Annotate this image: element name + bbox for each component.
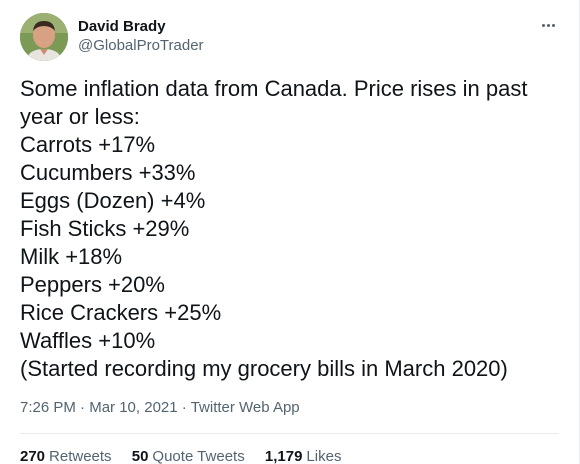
more-dot	[541, 23, 545, 27]
quote-tweets-stat[interactable]: 50 Quote Tweets	[132, 447, 245, 464]
tweet-source[interactable]: Twitter Web App	[191, 399, 300, 416]
tweet-stats: 270 Retweets 50 Quote Tweets 1,179 Likes	[20, 447, 357, 464]
quote-tweets-count: 50	[131, 448, 149, 464]
avatar[interactable]	[20, 13, 68, 61]
likes-label: Likes	[306, 448, 342, 464]
author-display-name[interactable]: David Brady	[78, 17, 204, 36]
more-dot	[551, 23, 555, 27]
tweet-time[interactable]: 7:26 PM	[20, 399, 76, 416]
tweet-meta: 7:26 PM · Mar 10, 2021 · Twitter Web App	[20, 398, 300, 418]
tweet-header: David Brady @GlobalProTrader	[20, 13, 559, 63]
tweet-date[interactable]: Mar 10, 2021	[89, 399, 177, 416]
tweet-text: Some inflation data from Canada. Price r…	[20, 76, 528, 381]
retweets-count: 270	[20, 448, 46, 464]
divider	[20, 433, 559, 434]
profile-photo-icon	[20, 13, 68, 61]
tweet-card: David Brady @GlobalProTrader Some inflat…	[0, 0, 580, 464]
more-dot	[546, 23, 550, 27]
likes-stat[interactable]: 1,179 Likes	[265, 447, 342, 464]
more-options-icon[interactable]	[537, 15, 559, 35]
retweets-label: Retweets	[49, 448, 112, 464]
retweets-stat[interactable]: 270 Retweets	[20, 447, 112, 464]
likes-count: 1,179	[264, 448, 303, 464]
quote-tweets-label: Quote Tweets	[152, 448, 245, 464]
author-handle[interactable]: @GlobalProTrader	[78, 36, 204, 56]
author-names: David Brady @GlobalProTrader	[78, 17, 204, 56]
